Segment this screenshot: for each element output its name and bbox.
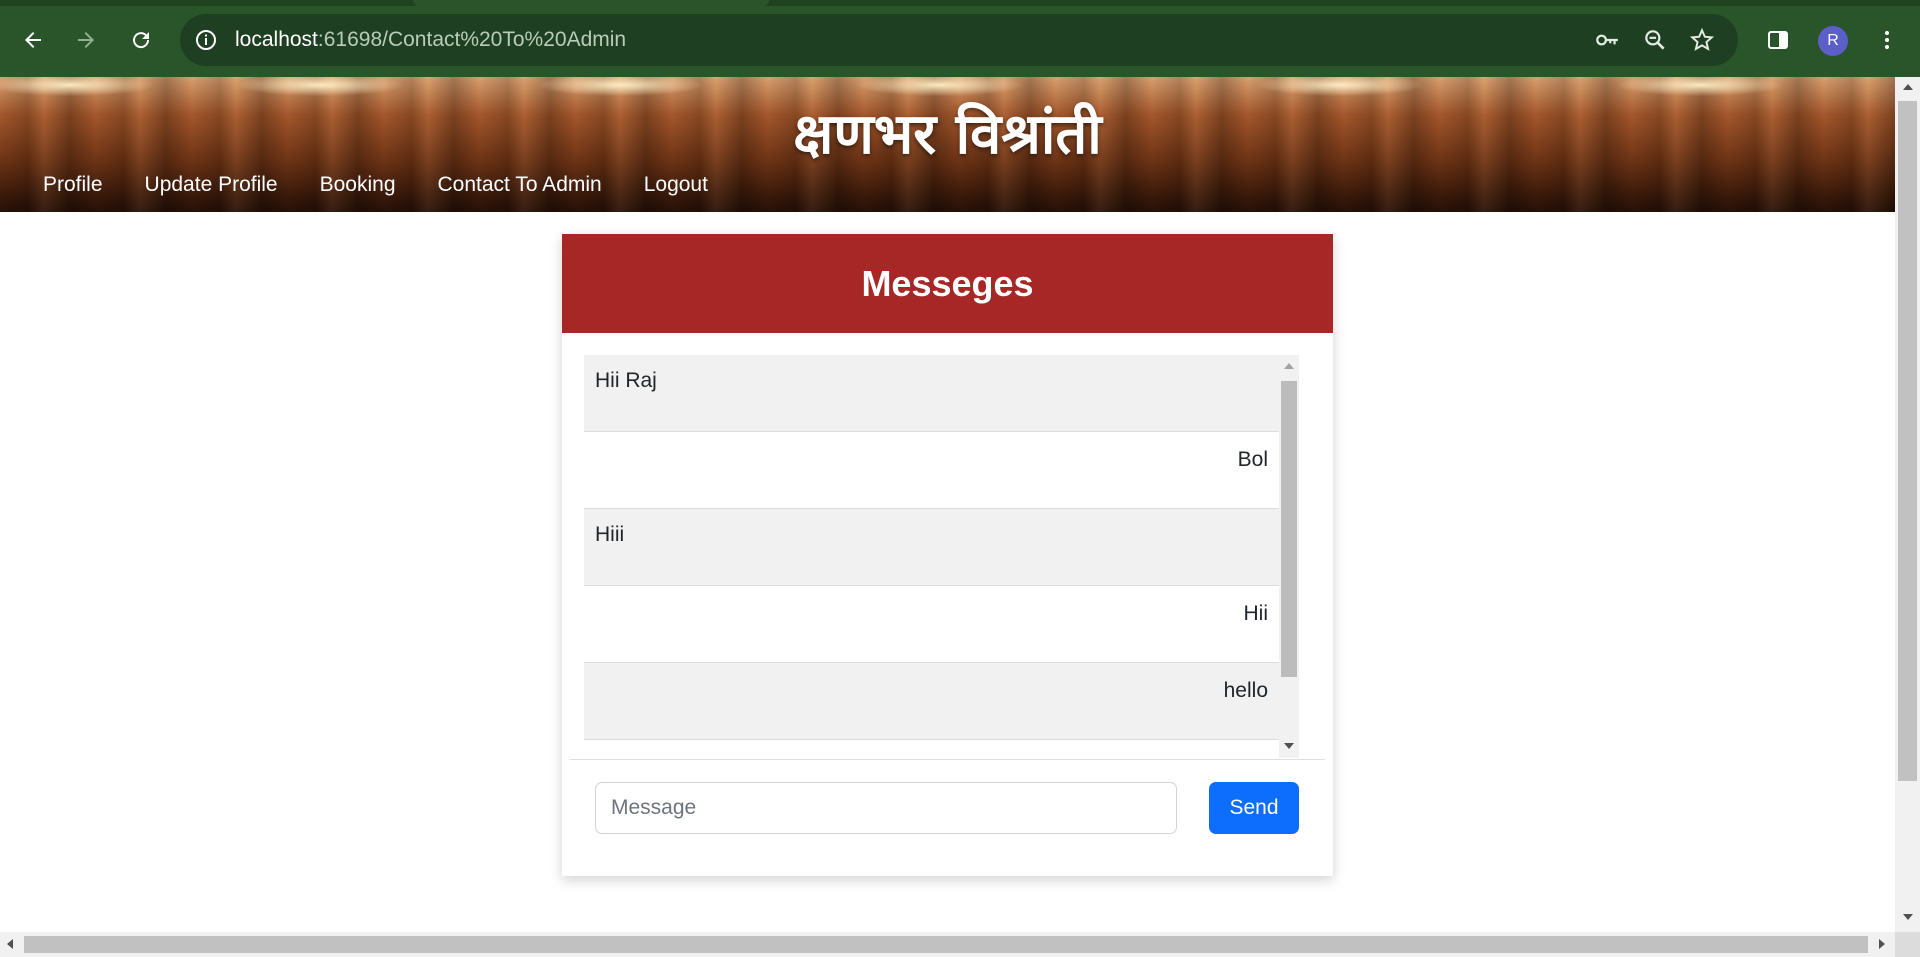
message-text: hii: [1247, 756, 1268, 758]
message-row: Hii: [584, 586, 1279, 663]
nav-contact-admin[interactable]: Contact To Admin: [417, 172, 623, 198]
page-scroll-left-icon[interactable]: [7, 939, 13, 949]
message-list-box[interactable]: Hii Raj Bol Hiii Hii hello hii: [584, 355, 1299, 758]
message-row: Bol: [584, 432, 1279, 509]
forward-arrow-icon[interactable]: [64, 18, 108, 62]
tab-strip: [0, 0, 1920, 6]
page-horizontal-thumb[interactable]: [24, 936, 1868, 953]
message-text: hello: [1223, 679, 1268, 702]
message-row: Hiii: [584, 509, 1279, 586]
key-icon[interactable]: [1593, 26, 1621, 54]
active-tab[interactable]: [413, 0, 769, 6]
scrollbar-corner: [1895, 932, 1920, 957]
profile-avatar[interactable]: R: [1818, 26, 1848, 56]
message-text: Hii Raj: [595, 369, 657, 392]
url-host: localhost: [235, 28, 318, 51]
url-path: :61698/Contact%20To%20Admin: [317, 28, 627, 51]
messages-title: Messeges: [861, 262, 1034, 304]
page-scroll-down-icon[interactable]: [1903, 914, 1913, 920]
send-button[interactable]: Send: [1209, 782, 1299, 834]
message-scroll-thumb[interactable]: [1281, 381, 1297, 677]
message-scrollbar[interactable]: [1279, 355, 1299, 758]
site-info-icon[interactable]: [194, 28, 218, 52]
message-text: Hii: [1243, 602, 1269, 625]
message-row: hii: [584, 740, 1279, 758]
browser-toolbar: localhost:61698/Contact%20To%20Admin R: [0, 0, 1920, 77]
message-input[interactable]: [595, 782, 1177, 834]
scroll-down-icon[interactable]: [1284, 743, 1294, 749]
site-title: क्षणभर विश्रांती: [793, 102, 1102, 167]
messages-header: Messeges: [562, 234, 1333, 333]
star-icon[interactable]: [1688, 26, 1716, 54]
message-text: Hiii: [595, 523, 625, 546]
nav-logout[interactable]: Logout: [623, 172, 729, 198]
page-scroll-up-icon[interactable]: [1903, 84, 1913, 90]
page-vertical-thumb[interactable]: [1898, 101, 1917, 781]
card-divider: [570, 759, 1325, 760]
message-row: Hii Raj: [584, 355, 1279, 432]
nav-update-profile[interactable]: Update Profile: [124, 172, 299, 198]
address-bar[interactable]: localhost:61698/Contact%20To%20Admin: [180, 14, 1738, 66]
zoom-icon[interactable]: [1641, 26, 1669, 54]
side-panel-icon[interactable]: [1756, 18, 1800, 62]
back-arrow-icon[interactable]: [11, 18, 55, 62]
site-header: क्षणभर विश्रांती Profile Update Profile …: [0, 77, 1895, 212]
nav-booking[interactable]: Booking: [299, 172, 417, 198]
message-text: Bol: [1237, 448, 1268, 471]
page-scroll-right-icon[interactable]: [1879, 939, 1885, 949]
main-nav: Profile Update Profile Booking Contact T…: [22, 172, 729, 198]
reload-icon[interactable]: [119, 18, 163, 62]
page-vertical-scrollbar[interactable]: [1895, 77, 1920, 932]
nav-profile[interactable]: Profile: [22, 172, 124, 198]
scroll-up-icon[interactable]: [1284, 363, 1294, 369]
page-horizontal-scrollbar[interactable]: [0, 932, 1895, 957]
more-vert-icon[interactable]: [1865, 18, 1909, 62]
url-text[interactable]: localhost:61698/Contact%20To%20Admin: [235, 28, 626, 52]
message-row: hello: [584, 663, 1279, 740]
message-list: Hii Raj Bol Hiii Hii hello hii: [584, 355, 1279, 758]
messages-card: Messeges Hii Raj Bol Hiii Hii hello hii …: [562, 234, 1333, 876]
